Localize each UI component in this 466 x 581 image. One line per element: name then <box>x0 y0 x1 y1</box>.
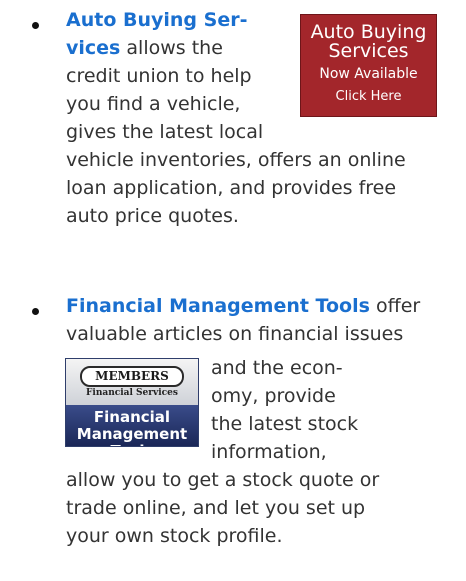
financial-management-tools-link[interactable]: Financial Management Tools <box>66 295 370 317</box>
auto-buying-banner[interactable]: Auto Buying Services Now Available Click… <box>300 14 437 117</box>
members-logo: MEMBERS <box>80 366 184 387</box>
fin-text-9: your own stock profile. <box>66 525 283 547</box>
fin-text-8: trade online, and let you set up <box>66 497 366 519</box>
fin-text-7: allow you to get a stock quote or <box>66 469 380 491</box>
auto-banner-line3: Now Available <box>319 66 418 82</box>
auto-buying-services-link[interactable]: Auto Buying Ser- <box>66 9 247 31</box>
bullet-financial-tools <box>32 308 39 315</box>
bullet-auto-buying <box>32 22 39 29</box>
financial-management-tools-banner[interactable]: MEMBERS Financial Services Financial Man… <box>65 358 199 447</box>
fin-text-6: information, <box>211 441 327 463</box>
paragraph-financial-tools-bottom: allow you to get a stock quote or trade … <box>66 466 461 550</box>
fin-text-2: valuable articles on financial issues <box>66 323 404 345</box>
members-logo-area: MEMBERS Financial Services <box>66 359 198 405</box>
auto-text-7: auto price quotes. <box>66 205 239 227</box>
auto-text-6: loan application, and provides free <box>66 177 397 199</box>
auto-text-5: vehicle inventories, offers an online <box>66 149 406 171</box>
fin-text-4: omy, provide <box>211 385 336 407</box>
auto-banner-line2: Services <box>328 40 409 62</box>
financial-services-text: Financial Services <box>86 388 178 398</box>
financial-tools-title: Financial Management Tools <box>66 405 198 446</box>
fin-text-1: offer <box>369 295 421 317</box>
auto-buying-services-link-cont[interactable]: vices <box>66 37 120 59</box>
paragraph-financial-tools-side: and the econ- omy, provide the latest st… <box>211 354 461 466</box>
fm-banner-line2: Management Tools <box>76 425 188 447</box>
auto-text-4: gives the latest local <box>66 121 264 143</box>
auto-banner-click-here: Click Here <box>335 89 402 104</box>
fin-text-5: the latest stock <box>211 413 359 435</box>
fm-banner-line1: Financial <box>93 408 171 426</box>
fin-text-3: and the econ- <box>211 357 343 379</box>
auto-text-1: allows the <box>120 37 223 59</box>
paragraph-financial-tools: Financial Management Tools offer valuabl… <box>66 292 461 348</box>
